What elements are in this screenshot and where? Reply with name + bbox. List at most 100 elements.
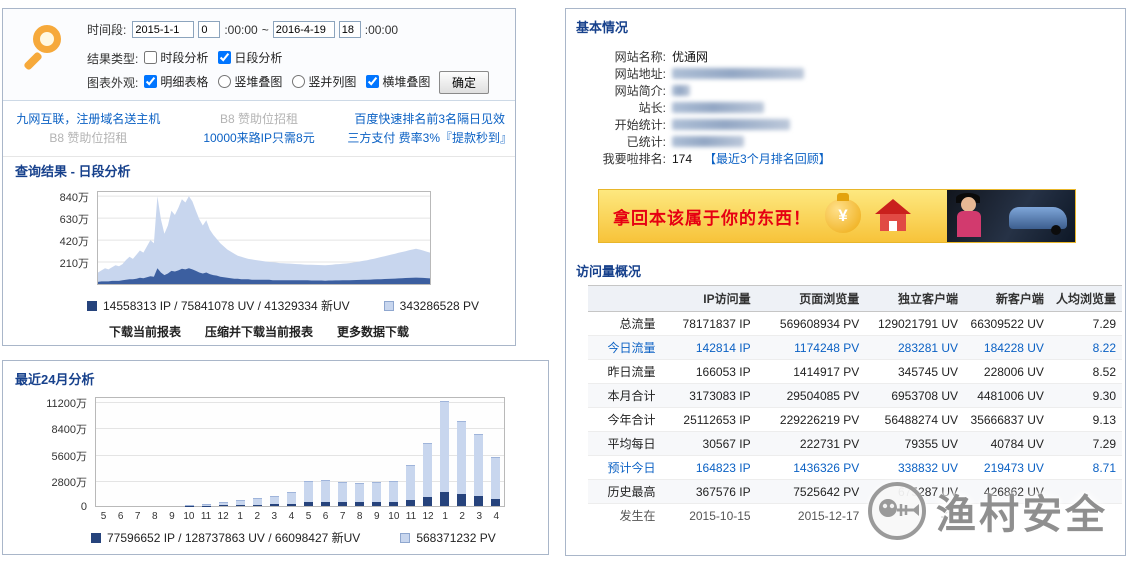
x-axis-label: 2 [454, 511, 471, 522]
x-axis-label: 1 [232, 511, 249, 522]
result-type-checkbox[interactable] [144, 51, 157, 64]
bar-group [300, 398, 317, 506]
ip-bar [440, 492, 449, 506]
traffic-cell: 9.13 [1050, 408, 1122, 432]
traffic-section-title: 访问量概况 [576, 261, 641, 280]
daily-area-chart [97, 191, 431, 285]
chart-style-option[interactable]: 横堆叠图 [366, 73, 430, 90]
traffic-cell[interactable]: 8.22 [1050, 336, 1122, 360]
traffic-cell[interactable]: 164823 IP [661, 456, 756, 480]
traffic-cell: 367576 IP [661, 480, 756, 504]
y-axis-tick: 8400万 [52, 421, 87, 437]
traffic-cell[interactable]: 184228 UV [964, 336, 1050, 360]
pv-bar [440, 401, 449, 506]
traffic-row-label[interactable]: 今日流量 [588, 336, 661, 360]
ip-bar [338, 502, 347, 506]
traffic-cell[interactable]: 1174248 PV [757, 336, 866, 360]
chart-style-checkbox[interactable] [366, 75, 379, 88]
x-axis-label: 4 [283, 511, 300, 522]
traffic-row-label: 历史最高 [588, 480, 661, 504]
chart-style-option[interactable]: 竖并列图 [292, 73, 356, 90]
site-info-panel: 基本情况 网站名称:优通网网站地址:网站简介:站长:开始统计:已统计:我要啦排名… [565, 8, 1126, 556]
ad-link[interactable]: 百度快速排名前3名隔日见效 [344, 110, 515, 129]
end-hour-input[interactable] [339, 21, 361, 38]
traffic-cell: 228006 UV [964, 360, 1050, 384]
download-link[interactable]: 压缩并下载当前报表 [205, 325, 313, 339]
download-link[interactable]: 更多数据下载 [337, 325, 409, 339]
ip-bar [304, 502, 313, 506]
legend-light-label: 343286528 PV [400, 299, 479, 313]
legend-light-swatch [384, 301, 394, 311]
x-axis-label: 11 [402, 511, 419, 522]
traffic-row-label[interactable]: 预计今日 [588, 456, 661, 480]
result-type-option[interactable]: 时段分析 [144, 49, 208, 66]
chart-style-radio[interactable] [218, 75, 231, 88]
traffic-cell[interactable]: 283281 UV [865, 336, 964, 360]
house-roof [875, 199, 911, 214]
traffic-cell[interactable]: 142814 IP [661, 336, 756, 360]
basic-info-row: 站长: [574, 100, 831, 117]
ip-bar [389, 502, 398, 506]
legend-item: 77596652 IP / 128737863 UV / 66098427 新U… [91, 529, 360, 546]
basic-info-value: 174 [672, 152, 692, 166]
traffic-cell[interactable]: 338832 UV [865, 456, 964, 480]
x-axis-label: 3 [471, 511, 488, 522]
traffic-cell: 25112653 IP [661, 408, 756, 432]
ip-bar [491, 499, 500, 506]
ad-placeholder: B8 赞助位招租 [174, 110, 345, 129]
x-axis-label: 6 [112, 511, 129, 522]
ad-link[interactable]: 10000来路IP只需8元 [174, 129, 345, 148]
traffic-cell: 6953708 UV [865, 384, 964, 408]
photo-face [961, 197, 976, 212]
photo-dress [957, 211, 981, 237]
legend-dark-swatch [91, 533, 101, 543]
watermark-text: 渔村安全 [936, 482, 1108, 540]
legend-dark-label: 14558313 IP / 75841078 UV / 41329334 新UV [103, 297, 350, 314]
end-date-input[interactable] [273, 21, 335, 38]
traffic-cell: 2015-10-15 [661, 504, 756, 528]
end-time-suffix: :00:00 [365, 23, 398, 37]
basic-info-value [672, 135, 744, 149]
traffic-row-label: 昨日流量 [588, 360, 661, 384]
chart-style-option[interactable]: 竖堆叠图 [218, 73, 282, 90]
traffic-row: 昨日流量166053 IP1414917 PV345745 UV228006 U… [588, 360, 1122, 384]
chart-style-option-label: 横堆叠图 [382, 73, 430, 90]
traffic-cell[interactable]: 219473 UV [964, 456, 1050, 480]
chart-style-checkbox[interactable] [144, 75, 157, 88]
rank-history-link[interactable]: 【最近3个月排名回顾】 [704, 152, 831, 166]
time-range-label: 时间段: [87, 21, 126, 38]
house-door [889, 221, 897, 231]
start-hour-input[interactable] [198, 21, 220, 38]
download-link[interactable]: 下载当前报表 [109, 325, 181, 339]
traffic-row: 预计今日164823 IP1436326 PV338832 UV219473 U… [588, 456, 1122, 480]
range-separator: ~ [262, 23, 269, 37]
bar-group [113, 398, 130, 506]
result-type-option[interactable]: 日段分析 [218, 49, 282, 66]
ad-column: B8 赞助位招租 10000来路IP只需8元 [174, 102, 345, 156]
traffic-row-label: 总流量 [588, 312, 661, 336]
traffic-header-row: IP访问量页面浏览量独立客户端新客户端人均浏览量 [588, 286, 1122, 312]
submit-button[interactable]: 确定 [439, 71, 489, 94]
ip-bar [270, 504, 279, 506]
traffic-cell: 345745 UV [865, 360, 964, 384]
traffic-cell[interactable]: 8.71 [1050, 456, 1122, 480]
result-type-checkbox[interactable] [218, 51, 231, 64]
bar-group [334, 398, 351, 506]
chart-style-option-label: 竖并列图 [308, 73, 356, 90]
chart-style-radio[interactable] [292, 75, 305, 88]
start-date-input[interactable] [132, 21, 194, 38]
ad-banner[interactable]: 拿回本该属于你的东西！ ¥ [598, 189, 1076, 243]
bar-group [368, 398, 385, 506]
bar-group [130, 398, 147, 506]
monthly-chart-y-axis: 11200万8400万5600万2800万0 [23, 397, 91, 507]
magnifier-glass [33, 25, 61, 53]
result-type-row: 结果类型: 时段分析日段分析 [87, 49, 292, 67]
bar-group [164, 398, 181, 506]
basic-info-row: 开始统计: [574, 117, 831, 134]
chart-style-option[interactable]: 明细表格 [144, 73, 208, 90]
ad-link[interactable]: 九网互联，注册域名送主机 [3, 110, 174, 129]
y-axis-tick: 840万 [60, 189, 89, 205]
daily-chart-y-axis: 840万630万420万210万 [31, 191, 93, 283]
traffic-cell[interactable]: 1436326 PV [757, 456, 866, 480]
ad-link[interactable]: 三方支付 费率3%『提款秒到』 [344, 129, 515, 148]
